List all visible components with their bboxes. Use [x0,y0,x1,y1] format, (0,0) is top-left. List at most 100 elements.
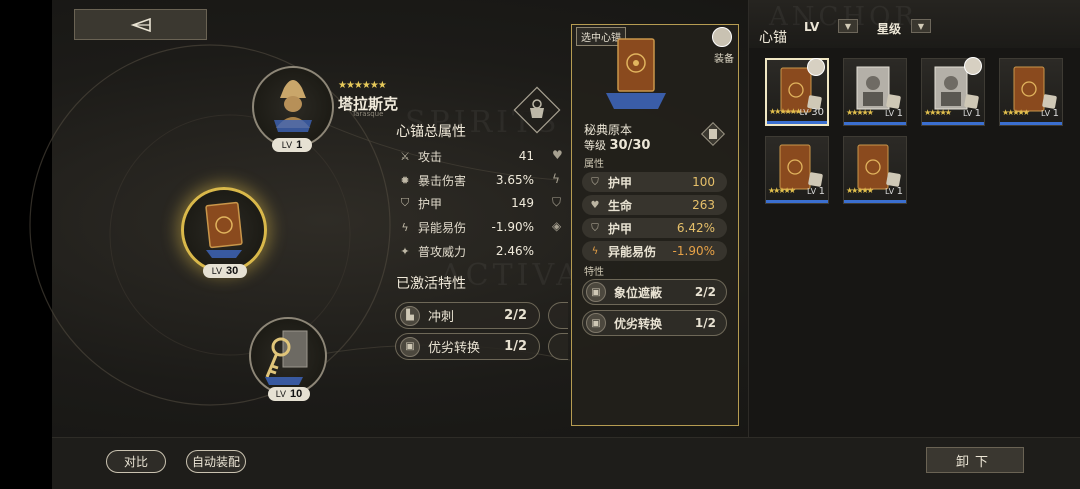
trait-item[interactable]: ▙ 冲刺 2/2 [395,302,540,329]
auto-equip-button[interactable]: 自动装配 [186,450,246,473]
card-level: LV 30 [800,107,824,118]
compare-button[interactable]: 对比 [106,450,166,473]
attr-row: ⛉ 护甲 6.42% [582,218,727,238]
game-screen: SPIRITS ACTIVATED LV 1 ★★★★★★ 塔拉斯克 Taras… [0,0,1080,489]
attr-row: ⛉ 护甲 100 [582,172,727,192]
stat-row: ⛉ 护甲 149 [398,194,534,212]
sort-lv-label[interactable]: LV [804,20,819,34]
trait-item-partial[interactable] [548,333,568,360]
trait-value: 1/2 [504,339,527,354]
card-level: LV 1 [963,108,981,119]
sort-rarity-toggle[interactable]: ▼ [911,19,931,33]
card-rarity-bar [767,121,827,124]
trait-icon: ▣ [400,336,420,357]
lv-label: LV [1041,109,1051,118]
anchor-card[interactable]: ★★★★★★ LV 30 [765,58,829,126]
lv-label: LV [807,187,817,196]
trait-item[interactable]: ▣ 优劣转换 1/2 [395,333,540,360]
selected-anchor-popup: 选中心锚 装备 秘典原本 等级 30/30 属性 ⛉ 护甲 100 ♥ 生命 2… [571,24,739,426]
attr-row: ϟ 异能易伤 -1.90% [582,241,727,261]
character-node[interactable] [252,66,334,148]
equip-marker-icon [807,171,824,188]
heart-icon: ♥ [552,148,563,162]
lv-label: LV [885,187,895,196]
trait-item-partial[interactable] [548,302,568,329]
sort-lv-toggle[interactable]: ▼ [838,19,858,33]
level-value: 30/30 [609,138,651,153]
rarity-stars: ★★★★★ [846,186,874,195]
anchor-card[interactable]: ★★★★★ LV 1 [765,136,829,204]
attr-value: -1.90% [672,244,715,258]
book-icon [205,201,243,258]
anchor-slot-selected[interactable] [181,187,267,273]
shield-icon: ⛉ [552,195,562,209]
stat-value: 3.65% [495,173,534,187]
anchor-level-tag: LV 10 [268,387,310,401]
popup-trait-item[interactable]: ▣ 象位遮蔽 2/2 [582,279,727,305]
popup-trait-item[interactable]: ▣ 优劣转换 1/2 [582,310,727,336]
lv-value: 1 [1052,108,1059,119]
shield-icon: ◈ [552,219,562,233]
stat-value: 2.46% [495,244,534,258]
attr-name: 护甲 [608,175,633,190]
character-subtitle: Tarasque [352,110,384,118]
equipped-avatar [807,58,825,76]
shield-icon: ⛉ [591,222,599,234]
burst-icon: ✦ [400,244,410,258]
card-rarity-bar [766,200,828,203]
anchor-card[interactable]: ★★★★★ LV 1 [999,58,1063,126]
book-icon [617,38,655,92]
equip-slot-icon [700,121,726,147]
stat-row: ⚔ 攻击 41 [398,147,534,165]
lv-value: 30 [226,265,239,277]
boot-icon: ▙ [400,305,420,326]
attr-section-title: 属性 [584,159,604,170]
anchor-card[interactable]: ★★★★★ LV 1 [843,136,907,204]
lightning-icon: ϟ [552,172,560,186]
character-stars: ★★★★★★ [338,80,387,91]
lv-label: LV [963,109,973,118]
stat-row: ✹ 暴击伤害 3.65% [398,171,534,189]
statue-icon [274,80,312,132]
lv-value: 1 [896,108,903,119]
shield-icon: ⛉ [591,176,599,188]
sort-rarity-label[interactable]: 星级 [877,20,901,37]
attr-name: 生命 [608,198,633,213]
stat-name: 暴击伤害 [418,173,467,188]
anchor-card[interactable]: ★★★★★ LV 1 [921,57,985,126]
lv-value: 1 [896,186,903,197]
trait-icon: ▣ [586,282,606,302]
character-level-tag: LV 1 [272,138,312,152]
lv-label: LV [275,389,287,399]
unload-button[interactable]: 卸下 [926,447,1024,473]
stat-row: ϟ 异能易伤 -1.90% [398,218,534,236]
card-rarity-bar [844,200,906,203]
level-label: 等级 [584,139,606,152]
lightning-icon: ϟ [591,245,599,257]
lv-value: 1 [974,108,981,119]
stat-value: -1.90% [491,220,534,234]
stat-row: ✦ 普攻威力 2.46% [398,242,534,260]
attr-name: 护甲 [608,221,633,236]
anchor-slot-key[interactable] [249,317,327,395]
stat-value: 41 [518,149,534,163]
sword-icon: ⚔ [400,149,410,163]
trait-value: 2/2 [504,308,527,323]
chevron-down-icon: ▼ [844,21,852,31]
attr-value: 100 [692,175,715,189]
equip-marker-icon [1041,93,1058,110]
stat-value: 149 [511,196,534,210]
rarity-stars: ★★★★★ [924,108,952,117]
attr-name: 异能易伤 [608,244,657,259]
activated-traits-title: 已激活特性 [396,276,466,292]
key-icon [265,330,308,385]
card-level: LV 1 [885,186,903,197]
lv-label: LV [885,109,895,118]
rarity-stars: ★★★★★★ [769,107,802,116]
anchor-card[interactable]: ★★★★★ LV 1 [843,58,907,126]
equip-marker-icon [885,93,902,110]
card-level: LV 1 [1041,108,1059,119]
anchor-level-tag: LV 30 [203,264,247,278]
card-rarity-bar [922,122,984,125]
stat-name: 普攻威力 [418,244,467,259]
